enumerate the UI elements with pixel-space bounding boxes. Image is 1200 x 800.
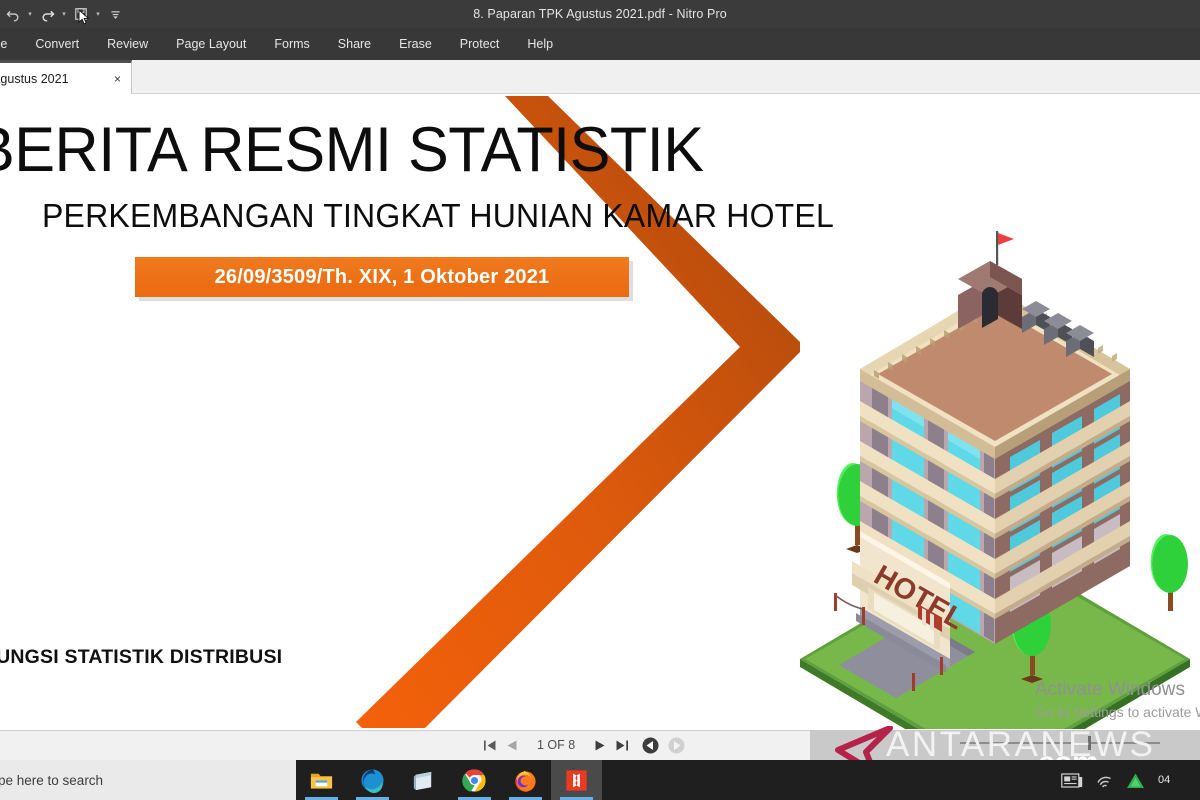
zoom-slider-track[interactable] [960,742,1160,744]
previous-view-icon[interactable] [642,737,659,754]
isometric-hotel-illustration: HOTEL [800,231,1190,729]
window-title: 8. Paparan TPK Agustus 2021.pdf - Nitro … [473,7,727,21]
document-tab-strip: TPK Agustus 2021 × [0,60,1200,94]
search-input[interactable]: pe here to search [0,760,296,800]
microsoft-store-icon[interactable] [398,760,449,800]
menu-item-help[interactable]: Help [513,28,567,60]
page-subtitle: PERKEMBANGAN TINGKAT HUNIAN KAMAR HOTEL [42,197,834,234]
taskbar-app-buttons [296,760,602,800]
page-title: BERITA RESMI STATISTIK [0,115,704,185]
wifi-icon[interactable] [1096,773,1113,788]
menu-item-share[interactable]: Share [324,28,385,60]
zoom-slider-handle[interactable] [1088,736,1091,750]
quick-access-toolbar: ▾ ▾ ▾ [0,0,126,28]
menu-item-forms[interactable]: Forms [260,28,323,60]
page-indicator[interactable]: 1 OF 8 [537,738,575,752]
mouse-cursor-icon [78,9,90,25]
last-page-icon[interactable] [615,739,629,752]
pdf-viewer[interactable]: BERITA RESMI STATISTIK PERKEMBANGAN TING… [0,94,1200,730]
close-icon[interactable]: × [114,72,121,86]
search-placeholder: pe here to search [0,772,104,788]
page-footer-label: FUNGSI STATISTIK DISTRIBUSI [0,646,283,668]
previous-page-icon[interactable] [506,739,518,752]
undo-icon[interactable] [2,2,24,26]
menu-item-protect[interactable]: Protect [446,28,514,60]
news-and-interests-icon[interactable] [1061,772,1083,789]
title-bar: ▾ ▾ ▾ 8. Paparan TPK Agustus 2021.pdf - … [0,0,1200,28]
status-badge-label: 26/09/3509/Th. XIX, 1 Oktober 2021 [214,265,550,288]
redo-icon[interactable] [36,2,58,26]
save-icon[interactable] [70,2,92,26]
system-tray: 04 [1061,760,1200,800]
pdf-page: BERITA RESMI STATISTIK PERKEMBANGAN TING… [0,94,1200,730]
first-page-icon[interactable] [483,739,497,752]
nitro-pro-icon[interactable] [551,760,602,800]
menu-item-erase[interactable]: Erase [385,28,446,60]
menu-item-review[interactable]: Review [93,28,162,60]
document-tab-label: TPK Agustus 2021 [0,71,69,86]
redo-dropdown-caret[interactable]: ▾ [58,2,70,26]
microsoft-edge-icon[interactable] [347,760,398,800]
document-tab[interactable]: TPK Agustus 2021 × [0,60,132,94]
customize-quick-access-icon[interactable] [104,2,126,26]
status-badge: 26/09/3509/Th. XIX, 1 Oktober 2021 [135,257,629,297]
page-navigation: 1 OF 8 [483,730,685,760]
save-dropdown-caret[interactable]: ▾ [92,2,104,26]
clock[interactable]: 04 [1158,774,1192,786]
undo-dropdown-caret[interactable]: ▾ [24,2,36,26]
mozilla-firefox-icon[interactable] [500,760,551,800]
menu-item-page-layout[interactable]: Page Layout [162,28,260,60]
file-explorer-icon[interactable] [296,760,347,800]
next-view-icon[interactable] [668,737,685,754]
status-bar-right-panel [810,730,1200,760]
menu-item-home[interactable]: me [0,28,21,60]
google-chrome-icon[interactable] [449,760,500,800]
green-triangle-icon[interactable] [1126,772,1145,789]
next-page-icon[interactable] [594,739,606,752]
menu-item-convert[interactable]: Convert [21,28,93,60]
menu-bar: me Convert Review Page Layout Forms Shar… [0,28,1200,60]
